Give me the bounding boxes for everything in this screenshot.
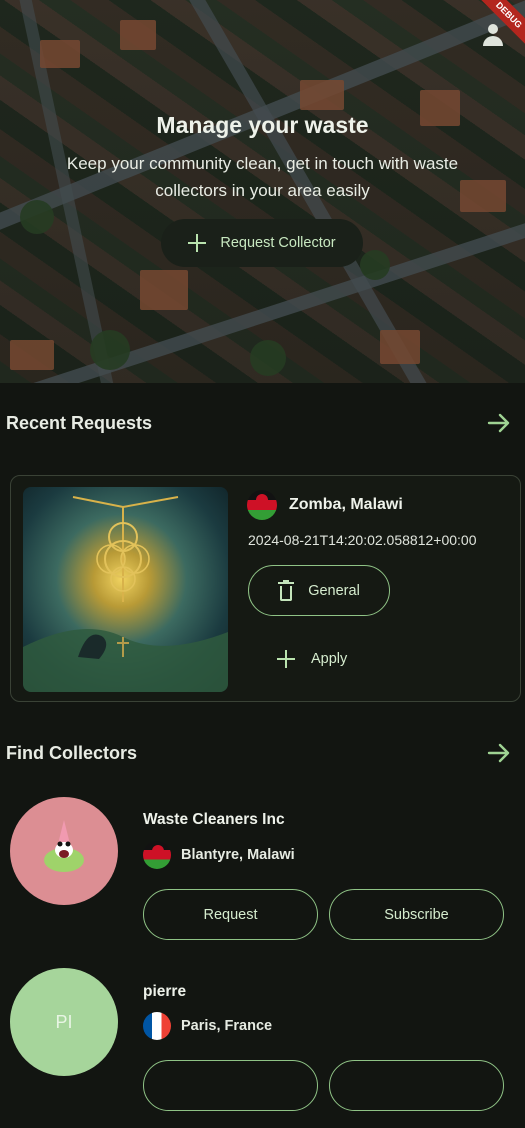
subscribe-button[interactable] (329, 1060, 504, 1111)
plus-icon (188, 234, 207, 252)
request-location-label: Zomba, Malawi (289, 496, 403, 513)
request-image (23, 487, 228, 692)
request-button[interactable] (143, 1060, 318, 1111)
collector-location: Blantyre, Malawi (143, 841, 295, 869)
request-card[interactable]: Zomba, Malawi 2024-08-21T14:20:02.058812… (10, 475, 521, 702)
collector-item[interactable]: PI pierre Paris, France (0, 968, 525, 1128)
hero-title: Manage your waste (156, 112, 369, 138)
apply-label: Apply (311, 651, 348, 667)
hero-banner: DEBUG Manage your waste Keep your commun… (0, 0, 525, 383)
collector-name: pierre (143, 983, 187, 1000)
profile-icon[interactable] (481, 24, 505, 48)
find-collectors-title: Find Collectors (6, 742, 138, 763)
request-collector-label: Request Collector (220, 235, 336, 251)
request-location: Zomba, Malawi (247, 490, 403, 520)
recent-requests-title: Recent Requests (6, 412, 153, 433)
malawi-flag-icon (247, 490, 277, 520)
arrow-right-icon[interactable] (486, 740, 512, 766)
request-date: 2024-08-21T14:20:02.058812+00:00 (248, 532, 477, 548)
collector-location: Paris, France (143, 1012, 272, 1040)
apply-button[interactable]: Apply (267, 641, 357, 677)
arrow-right-icon[interactable] (486, 410, 512, 436)
malawi-flag-icon (143, 841, 171, 869)
collector-item[interactable]: Waste Cleaners Inc Blantyre, Malawi Requ… (0, 797, 525, 957)
request-collector-button[interactable]: Request Collector (161, 219, 363, 267)
hero-subtitle: Keep your community clean, get in touch … (66, 154, 459, 200)
collector-name: Waste Cleaners Inc (143, 811, 285, 828)
trash-icon (278, 579, 295, 601)
subscribe-button[interactable]: Subscribe (329, 889, 504, 940)
plus-icon (277, 650, 295, 668)
collector-location-label: Paris, France (181, 1018, 273, 1034)
avatar: PI (10, 968, 118, 1076)
avatar (10, 797, 118, 905)
france-flag-icon (143, 1012, 171, 1040)
category-label: General (308, 582, 360, 599)
collector-location-label: Blantyre, Malawi (181, 847, 295, 863)
recent-requests-header: Recent Requests (6, 407, 512, 439)
find-collectors-header: Find Collectors (6, 737, 512, 769)
category-chip-general[interactable]: General (248, 565, 390, 616)
request-button[interactable]: Request (143, 889, 318, 940)
